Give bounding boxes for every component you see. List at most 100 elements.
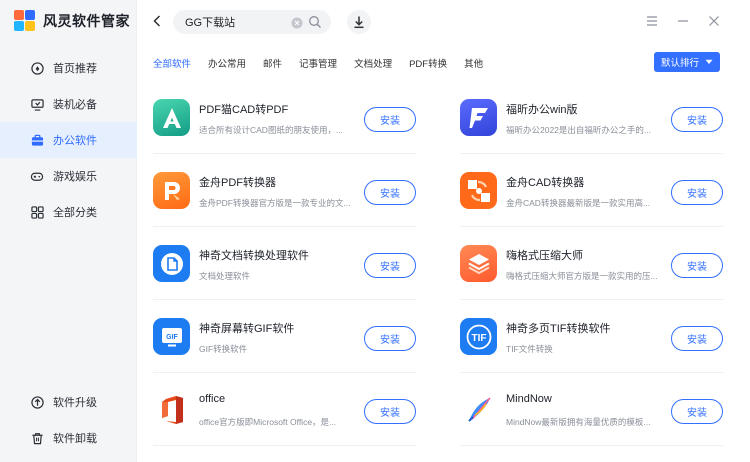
jinzhou-pdf-icon (153, 172, 190, 209)
app-name: 嗨格式压缩大师 (506, 250, 583, 262)
tab-all-software[interactable]: 全部软件 (153, 56, 191, 70)
divider (153, 226, 416, 227)
logo-icon (14, 10, 36, 32)
app-name: 神奇屏幕转GIF软件 (199, 323, 295, 335)
minimize-icon[interactable] (676, 14, 690, 28)
app-description: 金舟CAD转换器最新版是一款实用高... (506, 198, 651, 208)
app-card: PDF猫CAD转PDF 适合所有设计CAD图纸的朋友使用，... 安装 (153, 82, 416, 154)
divider (460, 226, 723, 227)
download-icon (354, 16, 364, 29)
tab-notes[interactable]: 记事管理 (299, 56, 337, 70)
download-button[interactable] (347, 10, 371, 34)
app-title: 风灵软件管家 (43, 13, 130, 29)
divider (153, 445, 416, 446)
tab-office-common[interactable]: 办公常用 (208, 56, 246, 70)
back-arrow-icon[interactable] (149, 13, 165, 29)
install-button[interactable]: 安装 (364, 399, 416, 424)
divider (460, 299, 723, 300)
app-description: TIF文件转换 (506, 344, 553, 354)
app-logo: 风灵软件管家 (14, 10, 130, 32)
app-description: 福昕办公2022是出自福昕办公之手的... (506, 125, 651, 135)
sidebar-item-office[interactable]: 办公软件 (0, 122, 137, 158)
app-card: 神奇文档转换处理软件 文档处理软件 安装 (153, 228, 416, 300)
divider (153, 372, 416, 373)
sidebar-nav: 首页推荐 装机必备 办公软件 游戏娱乐 全部分类 (0, 50, 137, 230)
foxit-office-icon (460, 99, 497, 136)
search-icon[interactable] (308, 15, 322, 29)
install-button[interactable]: 安装 (364, 180, 416, 205)
top-bar (137, 0, 750, 42)
sidebar-item-games[interactable]: 游戏娱乐 (0, 158, 137, 194)
divider (460, 372, 723, 373)
install-button[interactable]: 安装 (671, 399, 723, 424)
pdfcat-cad-icon (153, 99, 190, 136)
app-name: PDF猫CAD转PDF (199, 104, 289, 116)
home-icon (30, 61, 44, 75)
app-card: 金舟CAD转换器 金舟CAD转换器最新版是一款实用高... 安装 (460, 155, 723, 227)
sidebar-bottom: 软件升级 软件卸载 (0, 384, 137, 456)
tab-other[interactable]: 其他 (464, 56, 483, 70)
sidebar-item-categories[interactable]: 全部分类 (0, 194, 137, 230)
tab-documents[interactable]: 文档处理 (354, 56, 392, 70)
tab-pdf-convert[interactable]: PDF转换 (409, 56, 447, 70)
app-description: office官方版即Microsoft Office，是... (199, 417, 337, 427)
divider (460, 153, 723, 154)
hi-compress-icon (460, 245, 497, 282)
app-description: GIF转换软件 (199, 344, 248, 354)
scrollbar[interactable] (745, 90, 748, 390)
app-description: 金舟PDF转换器官方版是一款专业的文... (199, 198, 351, 208)
clear-icon[interactable] (291, 16, 303, 29)
jinzhou-cad-icon (460, 172, 497, 209)
magic-doc-icon (153, 245, 190, 282)
divider (153, 153, 416, 154)
briefcase-icon (30, 133, 44, 147)
app-name: office (199, 393, 226, 405)
search-input[interactable] (185, 16, 289, 28)
app-card: 金舟PDF转换器 金舟PDF转换器官方版是一款专业的文... 安装 (153, 155, 416, 227)
install-button[interactable]: 安装 (364, 253, 416, 278)
app-card: 福昕办公win版 福昕办公2022是出自福昕办公之手的... 安装 (460, 82, 723, 154)
close-icon[interactable] (707, 14, 721, 28)
sidebar-item-essentials[interactable]: 装机必备 (0, 86, 137, 122)
monitor-icon (30, 97, 44, 111)
sidebar-item-home[interactable]: 首页推荐 (0, 50, 137, 86)
app-description: 嗨格式压缩大师官方版是一款实用的压... (506, 271, 658, 281)
app-name: 神奇多页TIF转换软件 (506, 323, 611, 335)
app-name: 神奇文档转换处理软件 (199, 250, 309, 262)
divider (153, 299, 416, 300)
sort-label: 默认排行 (660, 58, 699, 69)
sidebar-item-upgrade[interactable]: 软件升级 (0, 384, 137, 420)
sidebar: 风灵软件管家 首页推荐 装机必备 办公软件 游戏娱乐 全部分类 软件升级 软件卸… (0, 0, 137, 462)
magic-gif-icon: GIF (153, 318, 190, 355)
divider (460, 445, 723, 446)
svg-text:GIF: GIF (166, 334, 178, 341)
app-card: 嗨格式压缩大师 嗨格式压缩大师官方版是一款实用的压... 安装 (460, 228, 723, 300)
app-card: MindNow MindNow最新版拥有海量优质的模板... 安装 (460, 374, 723, 446)
app-card: office office官方版即Microsoft Office，是... 安… (153, 374, 416, 446)
menu-icon[interactable] (645, 14, 659, 28)
install-button[interactable]: 安装 (364, 326, 416, 351)
sidebar-item-uninstall[interactable]: 软件卸载 (0, 420, 137, 456)
svg-text:TIF: TIF (471, 333, 486, 344)
app-name: 金舟CAD转换器 (506, 177, 585, 189)
gamepad-icon (30, 169, 44, 183)
tab-email[interactable]: 邮件 (263, 56, 282, 70)
install-button[interactable]: 安装 (671, 326, 723, 351)
install-button[interactable]: 安装 (671, 253, 723, 278)
mindnow-icon (460, 391, 497, 428)
install-button[interactable]: 安装 (671, 180, 723, 205)
app-description: 适合所有设计CAD图纸的朋友使用，... (199, 125, 344, 135)
caret-down-icon (705, 59, 713, 64)
search-box (173, 10, 331, 34)
install-button[interactable]: 安装 (364, 107, 416, 132)
category-tabs: 全部软件 办公常用 邮件 记事管理 文档处理 PDF转换 其他 默认排行 (153, 52, 720, 74)
install-button[interactable]: 安装 (671, 107, 723, 132)
magic-tif-icon: TIF (460, 318, 497, 355)
sort-dropdown[interactable]: 默认排行 (654, 52, 720, 72)
app-name: 金舟PDF转换器 (199, 177, 276, 189)
app-name: 福昕办公win版 (506, 104, 578, 116)
app-name: MindNow (506, 393, 552, 405)
app-description: MindNow最新版拥有海量优质的模板... (506, 417, 651, 427)
grid-icon (30, 205, 44, 219)
app-card: GIF 神奇屏幕转GIF软件 GIF转换软件 安装 (153, 301, 416, 373)
